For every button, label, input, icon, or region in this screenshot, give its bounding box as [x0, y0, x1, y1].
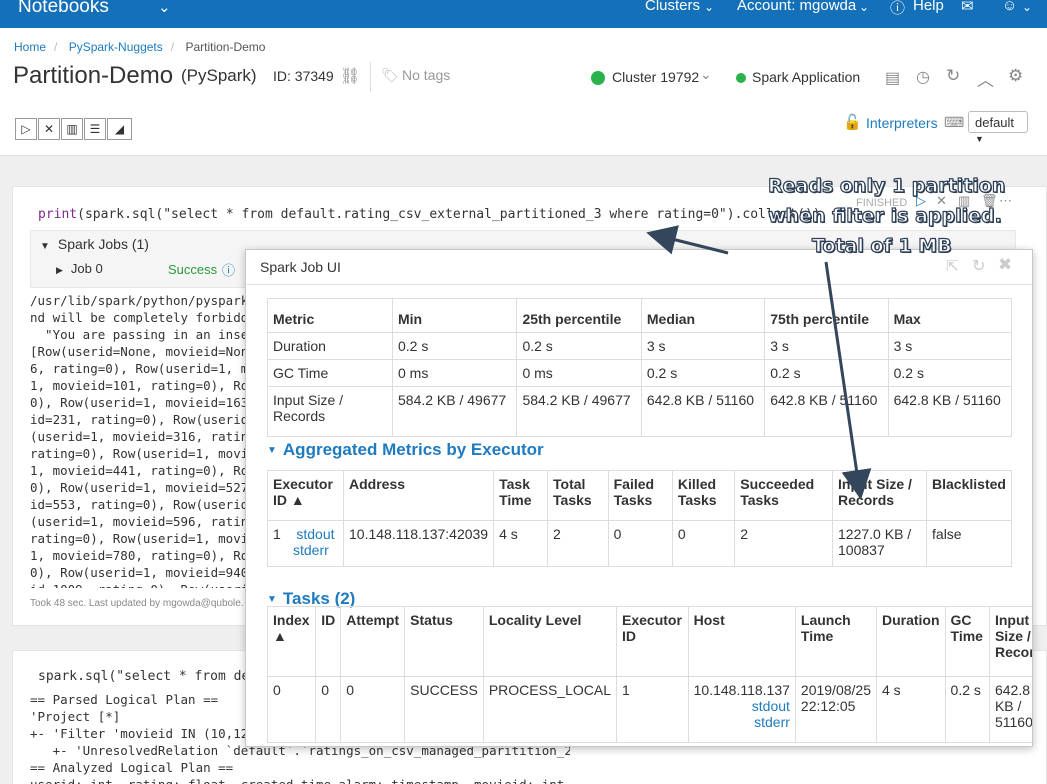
annotation-arrows [646, 225, 872, 500]
arrow-to-query [646, 225, 729, 255]
arrow-to-input-size [824, 261, 872, 500]
